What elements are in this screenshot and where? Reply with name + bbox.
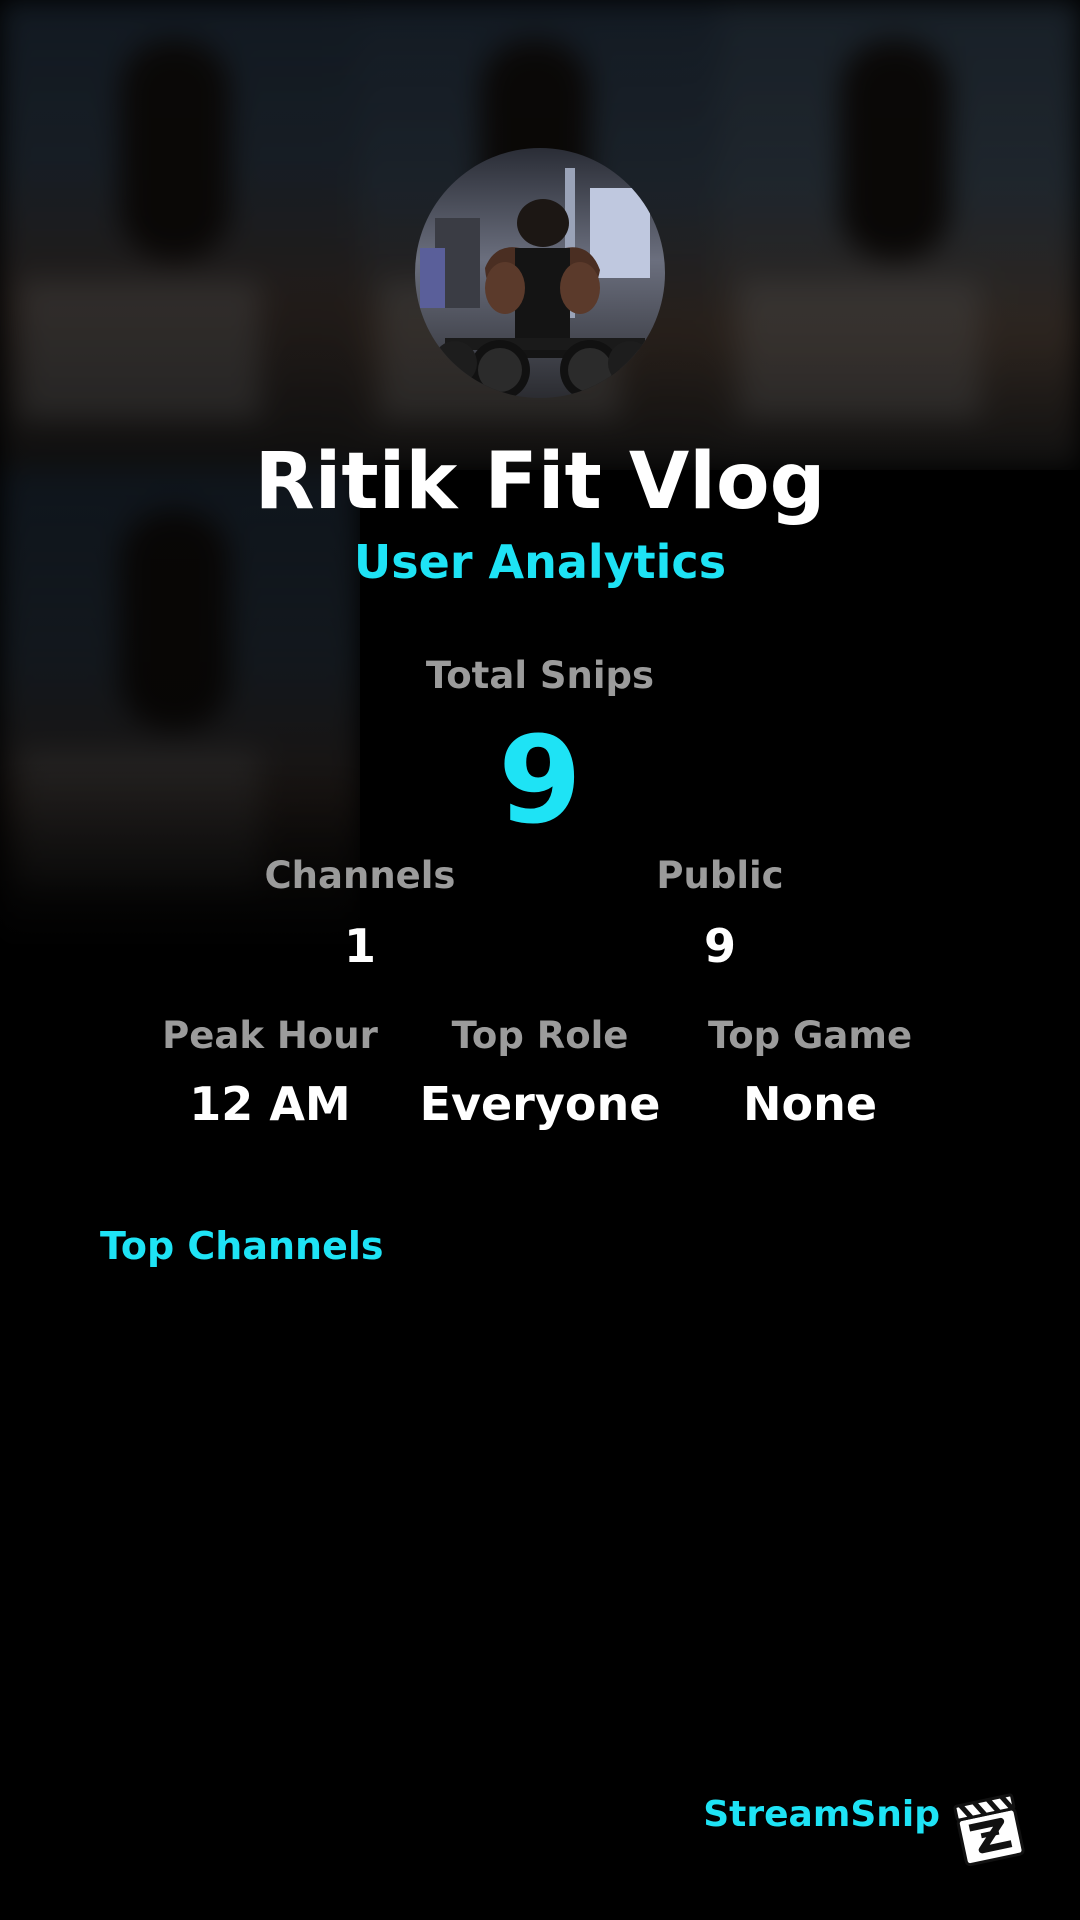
peak-hour-stat: Peak Hour 12 AM — [140, 1014, 400, 1132]
peak-hour-value: 12 AM — [189, 1077, 351, 1131]
profile-photo-gym-icon — [415, 148, 665, 398]
top-role-value: Everyone — [419, 1077, 661, 1131]
clapperboard-logo-icon — [950, 1790, 1028, 1868]
avatar — [415, 148, 665, 398]
brand-name: StreamSnip — [703, 1794, 940, 1835]
analytics-card: Ritik Fit Vlog User Analytics Total Snip… — [0, 0, 1080, 1920]
top-game-label: Top Game — [707, 1014, 913, 1057]
page-subtitle: User Analytics — [353, 535, 727, 589]
total-snips-label: Total Snips — [425, 654, 655, 697]
public-stat: Public 9 — [580, 854, 860, 974]
channels-label: Channels — [264, 854, 456, 897]
top-role-label: Top Role — [451, 1014, 629, 1057]
top-game-value: None — [742, 1077, 878, 1131]
channels-value: 1 — [343, 919, 376, 973]
public-label: Public — [656, 854, 784, 897]
peak-hour-label: Peak Hour — [162, 1014, 378, 1057]
top-channels-heading: Top Channels — [100, 1224, 384, 1268]
total-snips-value: 9 — [498, 712, 582, 851]
top-game-stat: Top Game None — [680, 1014, 940, 1132]
top-role-stat: Top Role Everyone — [410, 1014, 670, 1132]
display-name: Ritik Fit Vlog — [254, 437, 826, 527]
public-value: 9 — [703, 919, 736, 973]
channels-stat: Channels 1 — [220, 854, 500, 974]
